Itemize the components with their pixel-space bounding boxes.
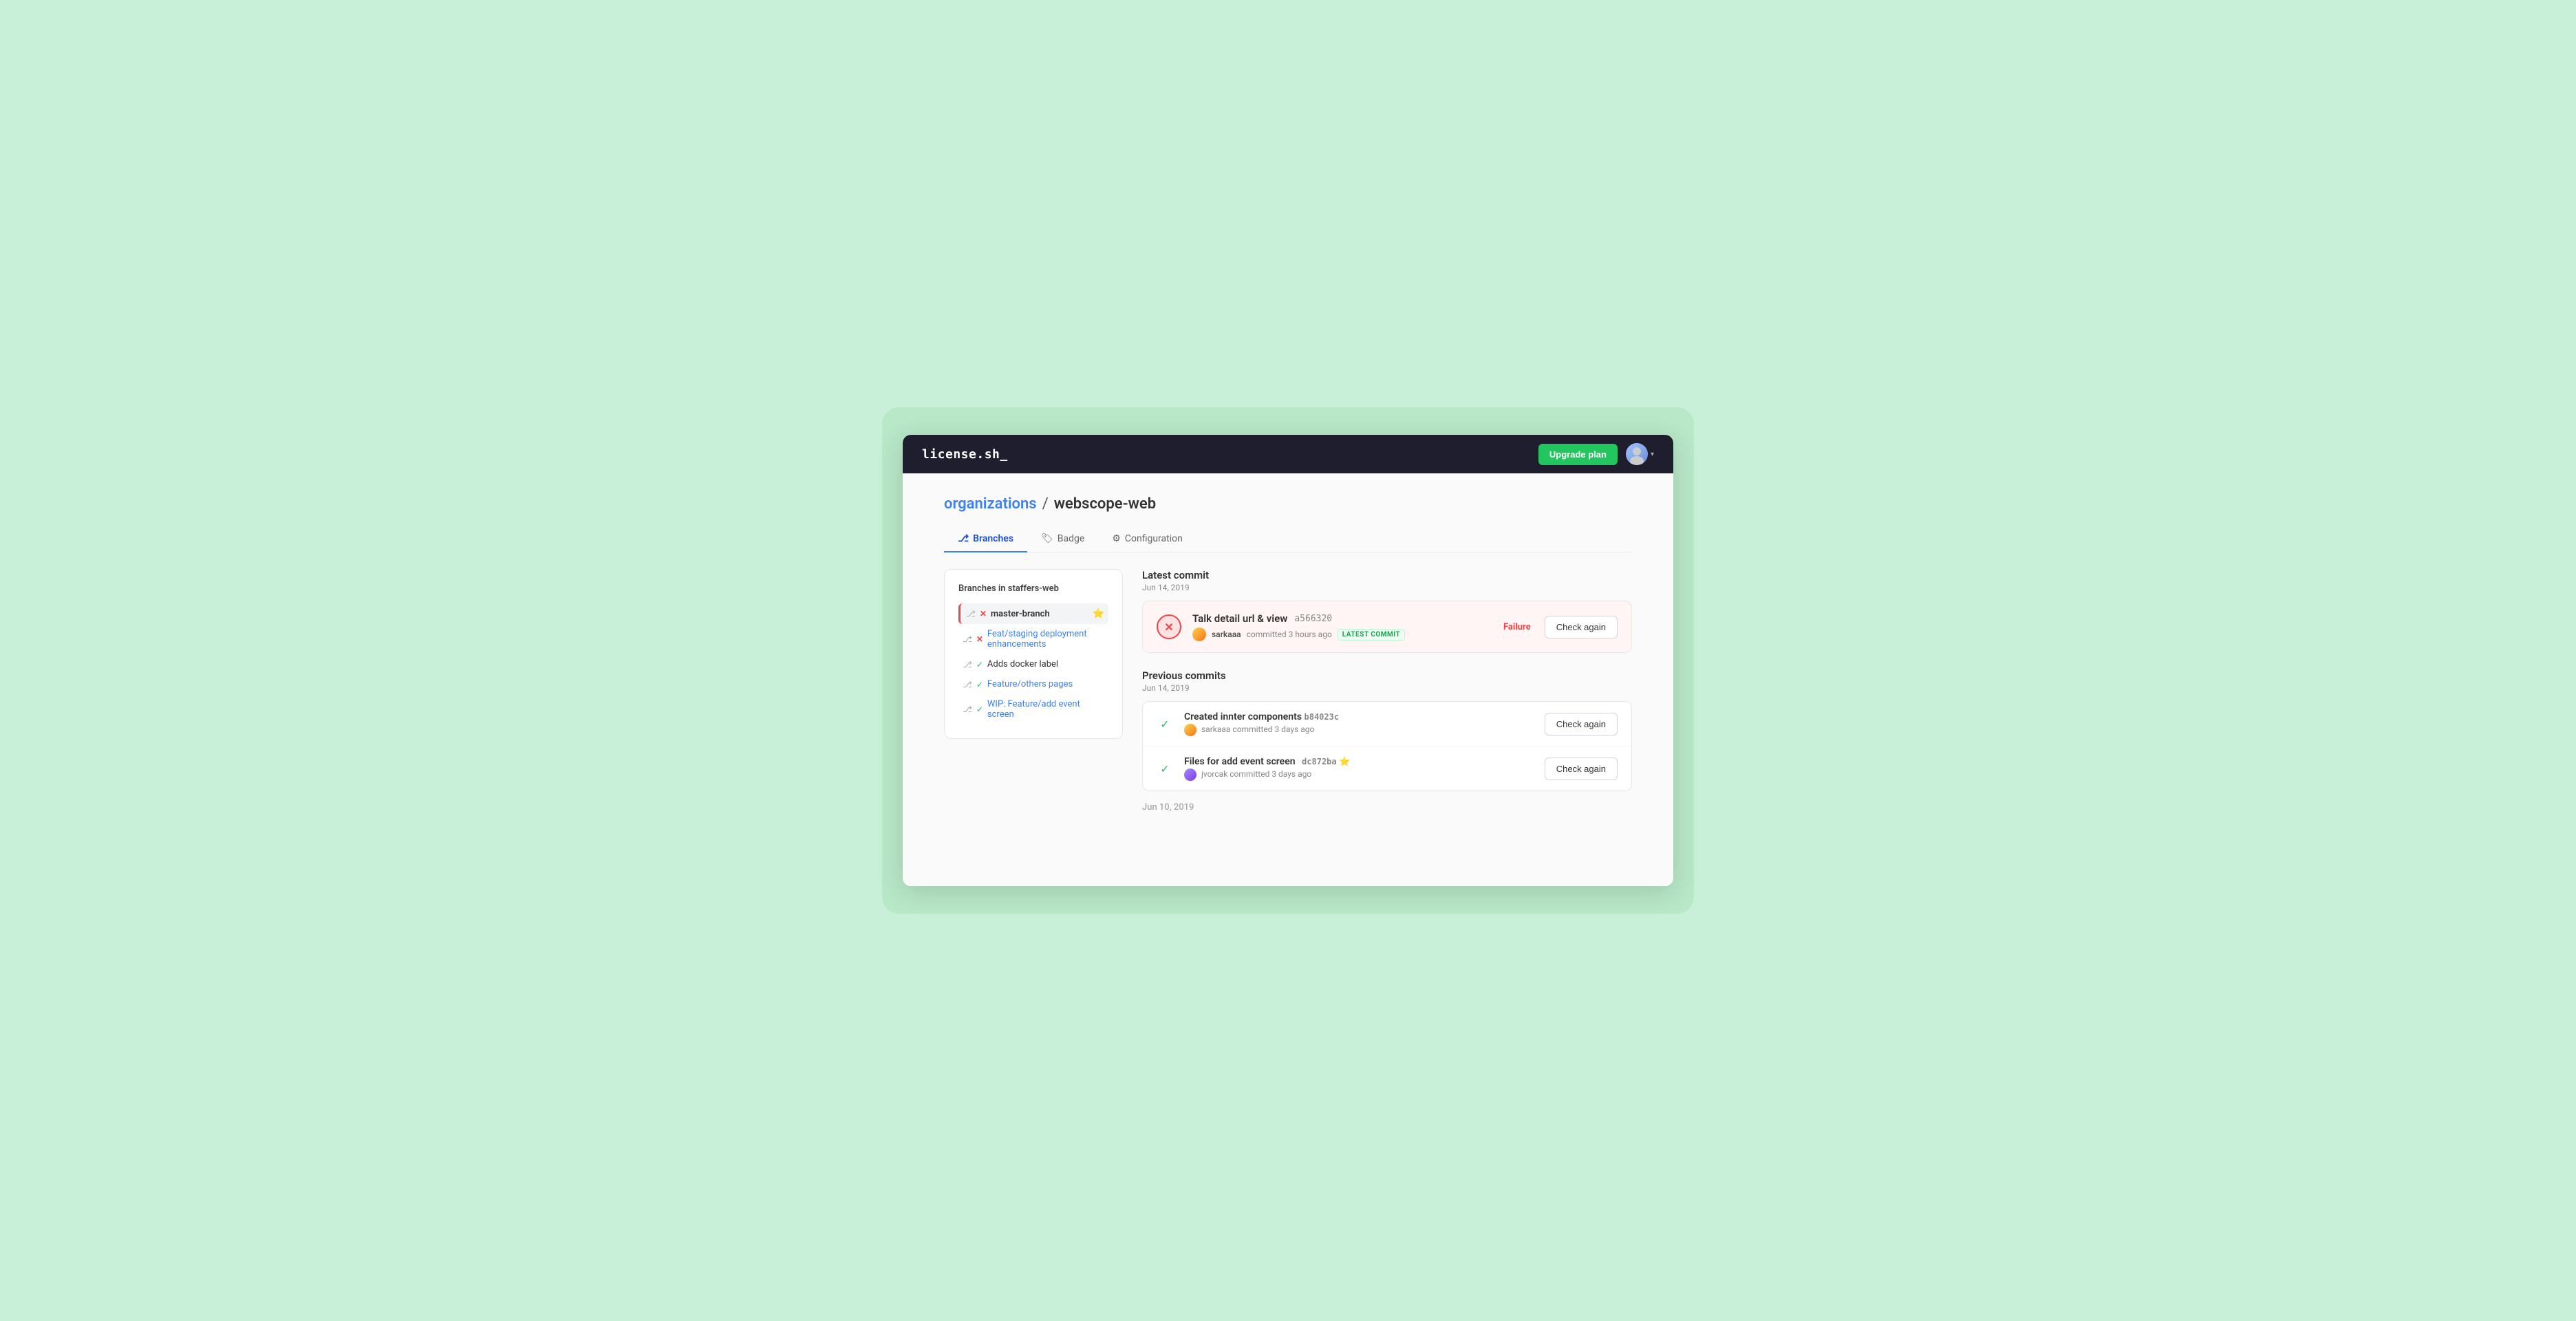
- committed-text: committed 3 hours ago: [1247, 630, 1332, 639]
- commit-hash: a566320: [1294, 614, 1332, 624]
- status-check-icon-2: ✓: [976, 680, 983, 689]
- prev-commit-row-1: ✓ Created innter components b84023c sark…: [1143, 702, 1631, 747]
- branch-icon-others: ⎇: [963, 680, 972, 689]
- branch-icon: ⎇: [958, 533, 969, 544]
- branch-item-others[interactable]: ⎇ ✓ Feature/others pages: [958, 674, 1108, 694]
- branch-item-master[interactable]: ⎇ ✕ master-branch ⭐: [958, 603, 1108, 624]
- branch-item-wip[interactable]: ⎇ ✓ WIP: Feature/add event screen: [958, 694, 1108, 724]
- branch-icon-wip: ⎇: [963, 705, 972, 714]
- prev-commit-info-1: Created innter components b84023c sarkaa…: [1184, 711, 1534, 736]
- branch-name-master: master-branch: [991, 609, 1088, 619]
- tabs: ⎇ Branches 🏷 Badge ⚙ Configuration: [944, 526, 1632, 552]
- branches-title: Branches in staffers-web: [958, 583, 1108, 594]
- upgrade-button[interactable]: Upgrade plan: [1538, 444, 1618, 465]
- branch-item-feat-staging[interactable]: ⎇ ✕ Feat/staging deployment enhancements: [958, 624, 1108, 654]
- latest-commit-badge: LATEST COMMIT: [1338, 629, 1405, 641]
- prev-commit-title-2: Files for add event screen dc872ba ⭐: [1184, 756, 1534, 767]
- latest-commit-date: Jun 14, 2019: [1142, 583, 1632, 592]
- screen-wrapper: license.sh_ Upgrade plan ▾ organi: [882, 407, 1694, 914]
- prev-commit-avatar-1: [1184, 724, 1196, 736]
- status-fail-icon-2: ✕: [976, 634, 983, 644]
- prev-commit-avatar-2: [1184, 769, 1196, 781]
- latest-commit-title: Latest commit: [1142, 569, 1632, 581]
- commit-author: sarkaaa: [1212, 630, 1241, 639]
- date-separator: Jun 10, 2019: [1142, 802, 1632, 813]
- commit-title-row: Talk detail url & view a566320: [1192, 612, 1492, 625]
- breadcrumb-link[interactable]: organizations: [944, 495, 1037, 513]
- branch-icon-feat: ⎇: [963, 634, 972, 644]
- tab-branches[interactable]: ⎇ Branches: [944, 526, 1027, 552]
- prev-commit-row-2: ✓ Files for add event screen dc872ba ⭐ j…: [1143, 747, 1631, 791]
- latest-commit-row: ✕ Talk detail url & view a566320 sarkaaa…: [1143, 601, 1631, 652]
- status-check-icon-3: ✓: [976, 705, 983, 714]
- branch-name-wip: WIP: Feature/add event screen: [987, 699, 1104, 720]
- check-icon-1: ✓: [1157, 718, 1173, 731]
- branch-name-feat-staging: Feat/staging deployment enhancements: [987, 629, 1104, 649]
- status-check-icon: ✓: [976, 660, 983, 669]
- branch-name-docker: Adds docker label: [987, 659, 1104, 669]
- breadcrumb: organizations / webscope-web: [944, 495, 1632, 513]
- breadcrumb-separator: /: [1042, 495, 1049, 513]
- branch-item-docker[interactable]: ⎇ ✓ Adds docker label: [958, 654, 1108, 674]
- tab-configuration[interactable]: ⚙ Configuration: [1098, 526, 1196, 552]
- prev-commit-info-2: Files for add event screen dc872ba ⭐ jvo…: [1184, 756, 1534, 781]
- prev-commits-date: Jun 14, 2019: [1142, 683, 1632, 693]
- tab-badge[interactable]: 🏷 Badge: [1027, 526, 1098, 552]
- user-menu[interactable]: ▾: [1626, 443, 1654, 465]
- fail-status-indicator: ✕: [1157, 614, 1181, 639]
- check-icon-2: ✓: [1157, 762, 1173, 775]
- commit-avatar: [1192, 627, 1206, 641]
- commits-panel: Latest commit Jun 14, 2019 ✕ Talk detail…: [1142, 569, 1632, 818]
- gear-icon: ⚙: [1112, 533, 1121, 544]
- check-again-button-2[interactable]: Check again: [1545, 758, 1618, 780]
- brand-logo: license.sh_: [922, 447, 1008, 462]
- commit-info: Talk detail url & view a566320 sarkaaa c…: [1192, 612, 1492, 641]
- check-again-button-latest[interactable]: Check again: [1545, 616, 1618, 638]
- branch-icon-docker: ⎇: [963, 660, 972, 669]
- branch-name-others: Feature/others pages: [987, 679, 1104, 689]
- commit-title: Talk detail url & view: [1192, 612, 1287, 625]
- branch-icon-master: ⎇: [966, 609, 976, 619]
- commit-meta: sarkaaa committed 3 hours ago LATEST COM…: [1192, 627, 1492, 641]
- prev-commits-title: Previous commits: [1142, 669, 1632, 682]
- failure-badge: Failure: [1503, 622, 1531, 632]
- prev-commit-meta-1: sarkaaa committed 3 days ago: [1184, 724, 1534, 736]
- star-icon-2: ⭐: [1339, 757, 1350, 767]
- branches-panel: Branches in staffers-web ⎇ ✕ master-bran…: [944, 569, 1123, 739]
- latest-commit-card: ✕ Talk detail url & view a566320 sarkaaa…: [1142, 601, 1632, 653]
- chevron-down-icon: ▾: [1651, 451, 1654, 458]
- main-content: organizations / webscope-web ⎇ Branches …: [903, 473, 1673, 886]
- check-again-button-1[interactable]: Check again: [1545, 713, 1618, 735]
- star-icon: ⭐: [1093, 608, 1104, 619]
- navbar-right: Upgrade plan ▾: [1538, 443, 1654, 465]
- badge-icon: 🏷: [1041, 533, 1053, 544]
- prev-commit-meta-2: jvorcak committed 3 days ago: [1184, 769, 1534, 781]
- breadcrumb-current: webscope-web: [1054, 495, 1156, 513]
- avatar: [1626, 443, 1648, 465]
- navbar: license.sh_ Upgrade plan ▾: [903, 435, 1673, 473]
- content-layout: Branches in staffers-web ⎇ ✕ master-bran…: [944, 569, 1632, 818]
- prev-commit-title-1: Created innter components b84023c: [1184, 711, 1534, 722]
- status-fail-icon: ✕: [980, 609, 987, 619]
- prev-commits-list: ✓ Created innter components b84023c sark…: [1142, 701, 1632, 791]
- browser-window: license.sh_ Upgrade plan ▾ organi: [903, 435, 1673, 886]
